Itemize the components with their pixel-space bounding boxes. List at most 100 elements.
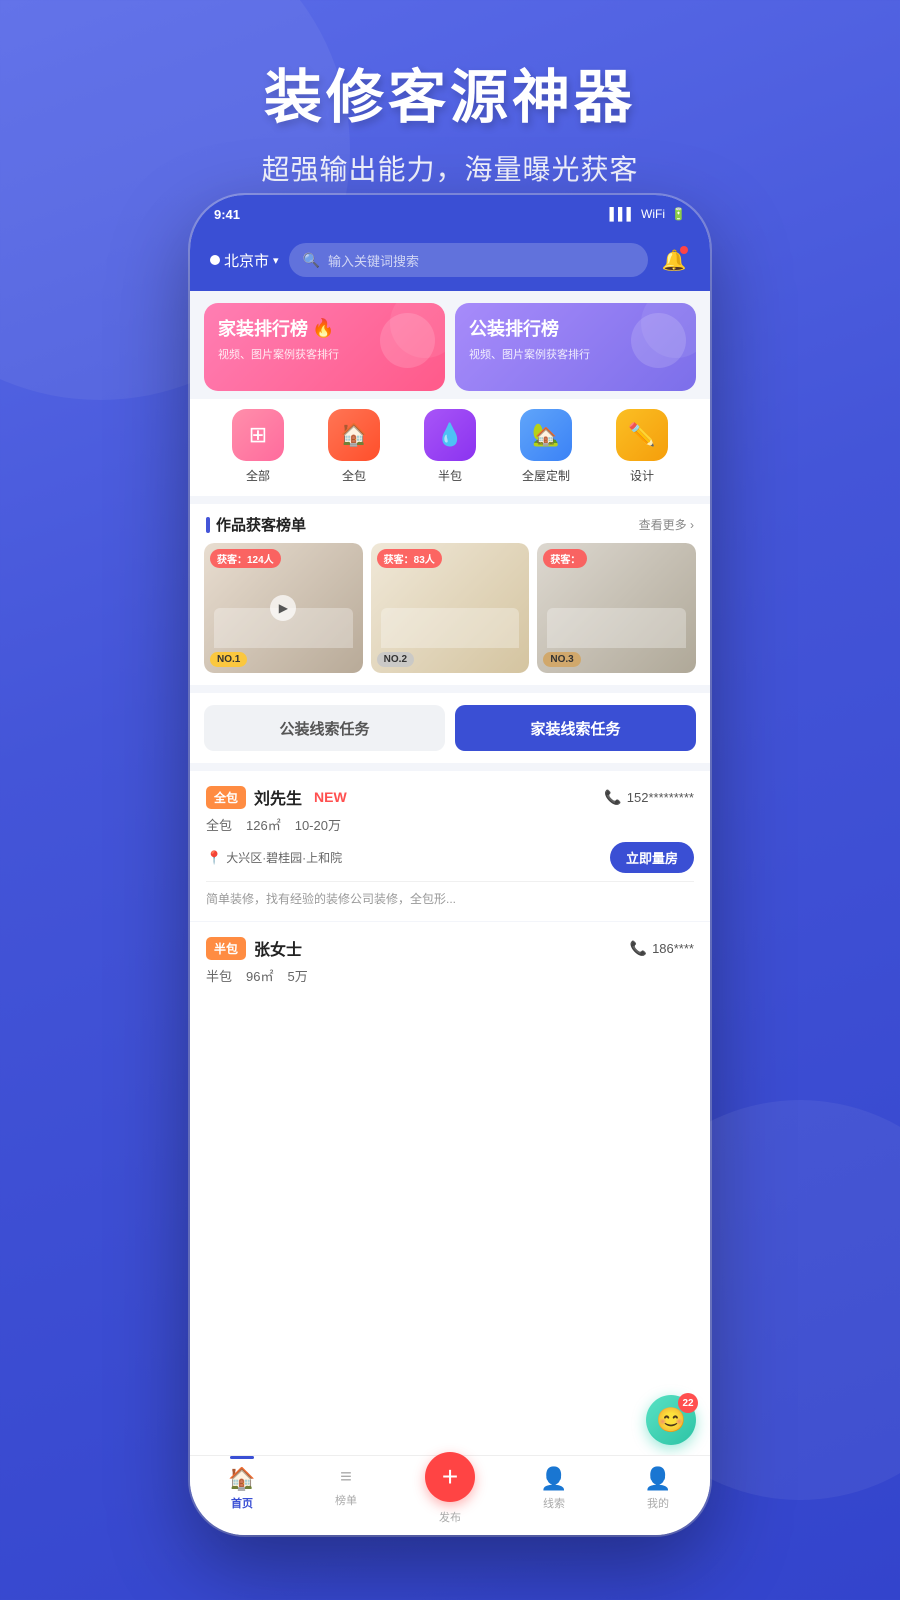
lead-details-1: 全包 126㎡ 10-20万 bbox=[206, 815, 694, 834]
fire-icon: 🔥 bbox=[312, 318, 334, 339]
tab-section: 公装线索任务 家装线索任务 bbox=[190, 693, 710, 763]
status-time: 9:41 bbox=[214, 207, 240, 222]
nav-mine[interactable]: 👤 我的 bbox=[606, 1466, 710, 1511]
nav-home[interactable]: 🏠 首页 bbox=[190, 1466, 294, 1511]
search-placeholder: 输入关键词搜索 bbox=[328, 251, 419, 270]
work-badge-2: 获客：83人 bbox=[377, 549, 442, 568]
cat-banbao[interactable]: 💧 半包 bbox=[424, 409, 476, 484]
ranking-nav-label: 榜单 bbox=[335, 1492, 357, 1508]
location-pin-icon-1: 📍 bbox=[206, 850, 222, 866]
pencil-icon: ✏️ bbox=[628, 422, 655, 448]
tab-gongzhuang[interactable]: 公装线索任务 bbox=[204, 705, 445, 751]
wifi-icon: WiFi bbox=[641, 207, 665, 221]
mine-nav-label: 我的 bbox=[647, 1495, 669, 1511]
play-icon: ▶ bbox=[270, 595, 296, 621]
nav-ranking[interactable]: ≡ 榜单 bbox=[294, 1466, 398, 1508]
leads-nav-label: 线索 bbox=[543, 1495, 565, 1511]
chevron-down-icon: ▾ bbox=[273, 254, 279, 267]
lead-detail-type-2: 半包 bbox=[206, 966, 232, 985]
home-icon: 🏠 bbox=[340, 422, 367, 448]
lead-phone-2[interactable]: 📞 186**** bbox=[630, 940, 694, 957]
work-card-3[interactable]: 获客： NO.3 bbox=[537, 543, 696, 673]
lead-left-2: 半包 张女士 bbox=[206, 936, 302, 960]
work-rank-2: NO.2 bbox=[377, 652, 414, 667]
cat-all-icon: ⊞ bbox=[232, 409, 284, 461]
notification-button[interactable]: 🔔 bbox=[658, 244, 690, 276]
ranking-nav-icon: ≡ bbox=[340, 1466, 352, 1489]
measure-button-1[interactable]: 立即量房 bbox=[610, 842, 694, 873]
lead-name-1: 刘先生 bbox=[254, 785, 302, 809]
chat-badge: 22 bbox=[678, 1393, 698, 1413]
jiazhuang-banner[interactable]: 家装排行榜 🔥 视频、图片案例获客排行 bbox=[204, 303, 445, 391]
grid-icon: ⊞ bbox=[249, 422, 267, 448]
cat-all[interactable]: ⊞ 全部 bbox=[232, 409, 284, 484]
lead-area-1: 126㎡ bbox=[246, 815, 281, 834]
cat-quanbao[interactable]: 🏠 全包 bbox=[328, 409, 380, 484]
lead-area-2: 96㎡ bbox=[246, 966, 273, 985]
hero-title: 装修客源神器 bbox=[0, 0, 900, 134]
lead-header-1: 全包 刘先生 NEW 📞 152********* bbox=[206, 785, 694, 809]
work-card-1[interactable]: ▶ 获客：124人 NO.1 bbox=[204, 543, 363, 673]
phone-mockup: 9:41 ▌▌▌ WiFi 🔋 北京市 ▾ 🔍 输入关键词搜索 🔔 bbox=[190, 195, 710, 1535]
leads-nav-icon: 👤 bbox=[540, 1466, 567, 1492]
lead-header-2: 半包 张女士 📞 186**** bbox=[206, 936, 694, 960]
cat-design-icon: ✏️ bbox=[616, 409, 668, 461]
phone-icon-1: 📞 bbox=[604, 789, 621, 806]
cat-custom[interactable]: 🏡 全屋定制 bbox=[520, 409, 572, 484]
lead-location-text-1: 大兴区·碧桂园·上和院 bbox=[226, 849, 342, 866]
works-section-header: 作品获客榜单 查看更多 › bbox=[190, 504, 710, 543]
drop-icon: 💧 bbox=[436, 422, 463, 448]
work-badge-3: 获客： bbox=[543, 549, 587, 568]
search-icon: 🔍 bbox=[303, 252, 320, 269]
tab-jiazhuang[interactable]: 家装线索任务 bbox=[455, 705, 696, 751]
nav-publish[interactable]: + 发布 bbox=[398, 1466, 502, 1525]
nav-leads[interactable]: 👤 线索 bbox=[502, 1466, 606, 1511]
cat-design[interactable]: ✏️ 设计 bbox=[616, 409, 668, 484]
status-icons: ▌▌▌ WiFi 🔋 bbox=[610, 207, 686, 221]
tab-row: 公装线索任务 家装线索任务 bbox=[204, 705, 696, 751]
lead-phone-number-1: 152********* bbox=[627, 790, 694, 805]
hero-subtitle: 超强输出能力，海量曝光获客 bbox=[0, 148, 900, 188]
status-bar: 9:41 ▌▌▌ WiFi 🔋 bbox=[190, 195, 710, 233]
cat-custom-icon: 🏡 bbox=[520, 409, 572, 461]
chat-icon: 😊 bbox=[656, 1406, 686, 1435]
bottom-nav: 🏠 首页 ≡ 榜单 + 发布 👤 线索 👤 我的 bbox=[190, 1455, 710, 1535]
phone-frame: 9:41 ▌▌▌ WiFi 🔋 北京市 ▾ 🔍 输入关键词搜索 🔔 bbox=[190, 195, 710, 1535]
location-dot-icon bbox=[210, 255, 220, 265]
work-rank-3: NO.3 bbox=[543, 652, 580, 667]
cat-custom-label: 全屋定制 bbox=[522, 467, 570, 484]
publish-nav-label: 发布 bbox=[439, 1509, 461, 1525]
cat-banbao-label: 半包 bbox=[438, 467, 462, 484]
publish-button[interactable]: + bbox=[425, 1452, 475, 1502]
chat-bubble-button[interactable]: 😊 22 bbox=[646, 1395, 696, 1445]
nav-active-indicator bbox=[230, 1456, 254, 1459]
home-nav-label: 首页 bbox=[231, 1495, 253, 1511]
title-bar-decoration bbox=[206, 517, 210, 533]
banner-row: 家装排行榜 🔥 视频、图片案例获客排行 公装排行榜 视频、图片案例获客排行 bbox=[190, 291, 710, 399]
cat-quanbao-icon: 🏠 bbox=[328, 409, 380, 461]
search-bar[interactable]: 🔍 输入关键词搜索 bbox=[289, 243, 648, 277]
lead-desc-1: 简单装修，找有经验的装修公司装修，全包形... bbox=[206, 881, 694, 907]
works-row: ▶ 获客：124人 NO.1 获客：83人 NO.2 bbox=[190, 543, 710, 685]
works-more-link[interactable]: 查看更多 › bbox=[639, 516, 694, 533]
cat-quanbao-label: 全包 bbox=[342, 467, 366, 484]
works-title: 作品获客榜单 bbox=[206, 514, 306, 535]
gongzhuang-banner[interactable]: 公装排行榜 视频、图片案例获客排行 bbox=[455, 303, 696, 391]
battery-icon: 🔋 bbox=[671, 207, 686, 221]
lead-budget-2: 5万 bbox=[287, 966, 307, 985]
lead-left-1: 全包 刘先生 NEW bbox=[206, 785, 347, 809]
cat-all-label: 全部 bbox=[246, 467, 270, 484]
location-button[interactable]: 北京市 ▾ bbox=[210, 250, 279, 271]
lead-phone-number-2: 186**** bbox=[652, 941, 694, 956]
notification-badge bbox=[680, 246, 688, 254]
lead-phone-1[interactable]: 📞 152********* bbox=[604, 789, 694, 806]
mine-nav-icon: 👤 bbox=[644, 1466, 671, 1492]
signal-icon: ▌▌▌ bbox=[610, 207, 636, 221]
lead-card-1: 全包 刘先生 NEW 📞 152********* 全包 126㎡ 10-20万 bbox=[190, 771, 710, 921]
phone-icon-2: 📞 bbox=[630, 940, 647, 957]
lead-location-1: 📍 大兴区·碧桂园·上和院 bbox=[206, 849, 342, 866]
lead-name-2: 张女士 bbox=[254, 936, 302, 960]
home-nav-icon: 🏠 bbox=[228, 1466, 255, 1492]
work-card-2[interactable]: 获客：83人 NO.2 bbox=[371, 543, 530, 673]
cat-banbao-icon: 💧 bbox=[424, 409, 476, 461]
